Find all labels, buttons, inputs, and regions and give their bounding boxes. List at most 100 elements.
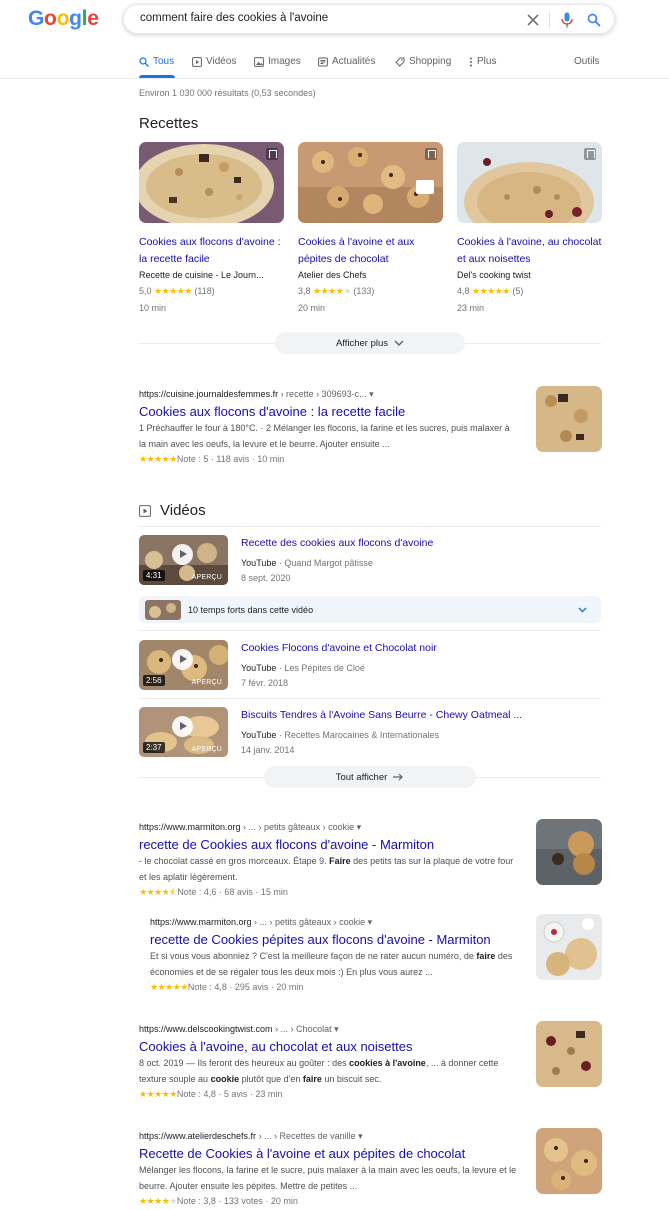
recipe-card[interactable]: Cookies à l'avoine et aux pépites de cho… — [298, 142, 444, 313]
play-icon[interactable] — [172, 544, 193, 565]
search-box[interactable] — [123, 4, 615, 34]
result-url[interactable]: https://www.marmiton.org › ... › petits … — [139, 822, 519, 833]
tab-label: Plus — [477, 56, 497, 67]
bookmark-icon[interactable] — [425, 148, 437, 160]
result-meta: ★★★★★Note : 5 · 118 avis · 10 min — [139, 452, 519, 466]
preview-label: APERÇU — [191, 679, 222, 686]
chevron-down-icon[interactable]: ▾ — [332, 1024, 339, 1034]
tab-videos[interactable]: Vidéos — [192, 56, 236, 67]
key-moments-bar[interactable]: 10 temps forts dans cette vidéo — [139, 596, 601, 623]
recipe-card[interactable]: Cookies à l'avoine, au chocolat et aux n… — [457, 142, 603, 313]
snippet-text: 8 oct. 2019 — Ils feront des heureux au … — [139, 1058, 350, 1068]
google-logo[interactable]: Google — [28, 7, 99, 31]
video-title[interactable]: Recette des cookies aux flocons d'avoine — [241, 537, 433, 549]
video-divider — [139, 698, 601, 699]
result-thumbnail[interactable] — [536, 1021, 602, 1087]
video-icon — [139, 504, 151, 517]
video-title[interactable]: Biscuits Tendres à l'Avoine Sans Beurre … — [241, 709, 522, 721]
recipe-title[interactable]: Cookies aux flocons d'avoine : la recett… — [139, 234, 285, 268]
close-icon[interactable] — [524, 11, 542, 29]
recipe-title[interactable]: Cookies à l'avoine, au chocolat et aux n… — [457, 234, 603, 268]
snippet-highlight: cookie — [210, 1073, 240, 1084]
tab-more[interactable]: Plus — [469, 56, 496, 67]
url-breadcrumb: › ... › Recettes de vanille — [256, 1131, 356, 1141]
rating-value: 5,0 — [139, 286, 152, 296]
result-thumbnail[interactable] — [536, 386, 602, 452]
recipe-time: 23 min — [457, 303, 485, 313]
tab-label: Vidéos — [206, 56, 237, 67]
url-host: https://www.marmiton.org — [150, 917, 252, 927]
chevron-down-icon[interactable]: ▾ — [365, 917, 373, 927]
search-input[interactable] — [140, 12, 500, 24]
chevron-down-icon[interactable] — [578, 607, 587, 613]
recipe-card[interactable]: Cookies aux flocons d'avoine : la recett… — [139, 142, 285, 313]
result-thumbnail[interactable] — [536, 914, 602, 980]
video-channel: Recettes Marocaines & Internationales — [284, 730, 439, 740]
recipes-heading: Recettes — [139, 115, 199, 132]
tab-shopping[interactable]: Shopping — [395, 56, 451, 67]
result-thumbnail[interactable] — [536, 1128, 602, 1194]
bookmark-icon[interactable] — [584, 148, 596, 160]
recipe-image[interactable] — [139, 142, 284, 223]
result-url[interactable]: https://www.marmiton.org › ... › petits … — [150, 917, 522, 928]
result-meta: ★★★★★Note : 3,8 · 133 votes · 20 min — [139, 1194, 524, 1208]
star-rating: ★★★★★ — [139, 454, 177, 464]
tab-all[interactable]: Tous — [139, 56, 174, 67]
chevron-down-icon[interactable]: ▾ — [354, 822, 362, 832]
recipe-time: 10 min — [139, 303, 167, 313]
result-title[interactable]: recette de Cookies pépites aux flocons d… — [150, 932, 522, 947]
video-platform: YouTube — [241, 558, 277, 568]
snippet-text: un biscuit sec. — [321, 1073, 382, 1084]
show-all-videos-button[interactable]: Tout afficher — [264, 766, 476, 788]
search-result: https://www.atelierdeschefs.fr › ... › R… — [139, 1131, 524, 1208]
arrow-right-icon — [393, 773, 404, 781]
result-url[interactable]: https://cuisine.journaldesfemmes.fr › re… — [139, 389, 519, 400]
tab-news[interactable]: Actualités — [318, 56, 375, 67]
snippet-text: - le chocolat cassé en gros morceaux. Ét… — [139, 856, 330, 866]
videos-heading: Vidéos — [160, 502, 206, 519]
result-snippet: - le chocolat cassé en gros morceaux. Ét… — [139, 854, 519, 885]
result-url[interactable]: https://www.delscookingtwist.com › ... ›… — [139, 1024, 524, 1035]
url-host: https://www.marmiton.org — [139, 822, 241, 832]
result-url[interactable]: https://www.atelierdeschefs.fr › ... › R… — [139, 1131, 524, 1142]
star-rating: ★★★★★ — [139, 1196, 177, 1206]
mic-icon[interactable] — [558, 11, 576, 29]
tools-button[interactable]: Outils — [574, 56, 600, 67]
video-thumbnail[interactable]: 4:31 APERÇU — [139, 535, 228, 585]
video-platform: YouTube — [241, 730, 277, 740]
play-icon[interactable] — [172, 649, 193, 670]
recipe-image[interactable] — [298, 142, 443, 223]
play-icon[interactable] — [172, 716, 193, 737]
result-title[interactable]: Cookies aux flocons d'avoine : la recett… — [139, 404, 519, 419]
search-icon — [139, 56, 149, 67]
snippet-text: plutôt que d'en — [239, 1073, 303, 1084]
video-thumbnail[interactable]: 2:56 APERÇU — [139, 640, 228, 690]
rating-value: 4,8 — [457, 286, 470, 296]
search-result: https://www.marmiton.org › ... › petits … — [139, 822, 519, 899]
search-result: https://cuisine.journaldesfemmes.fr › re… — [139, 389, 519, 466]
rating-text: Note : 5 · 118 avis · 10 min — [176, 454, 285, 464]
video-channel: Les Pépites de Cloé — [284, 663, 365, 673]
star-rating: ★★★★★ — [139, 1089, 177, 1099]
video-source: YouTube · Les Pépites de Cloé — [241, 663, 365, 673]
video-thumbnail[interactable]: 2:37 APERÇU — [139, 707, 228, 757]
logo-letter: e — [87, 7, 99, 30]
search-icon[interactable] — [585, 11, 603, 29]
chevron-down-icon[interactable]: ▾ — [367, 389, 374, 399]
recipe-time: 20 min — [298, 303, 326, 313]
chevron-down-icon[interactable]: ▾ — [356, 1131, 363, 1141]
recipe-source: Atelier des Chefs — [298, 270, 367, 280]
result-title[interactable]: Cookies à l'avoine, au chocolat et aux n… — [139, 1039, 524, 1054]
tab-images[interactable]: Images — [254, 56, 301, 67]
recipe-image[interactable] — [457, 142, 602, 223]
tools-label: Outils — [574, 56, 600, 67]
bookmark-icon[interactable] — [266, 148, 278, 160]
show-more-button[interactable]: Afficher plus — [275, 332, 465, 354]
video-title[interactable]: Cookies Flocons d'avoine et Chocolat noi… — [241, 642, 437, 654]
recipe-title[interactable]: Cookies à l'avoine et aux pépites de cho… — [298, 234, 444, 268]
section-divider — [139, 526, 601, 527]
rating-count: (118) — [194, 286, 215, 296]
result-title[interactable]: recette de Cookies aux flocons d'avoine … — [139, 837, 519, 852]
result-title[interactable]: Recette de Cookies à l'avoine et aux pép… — [139, 1146, 524, 1161]
result-thumbnail[interactable] — [536, 819, 602, 885]
